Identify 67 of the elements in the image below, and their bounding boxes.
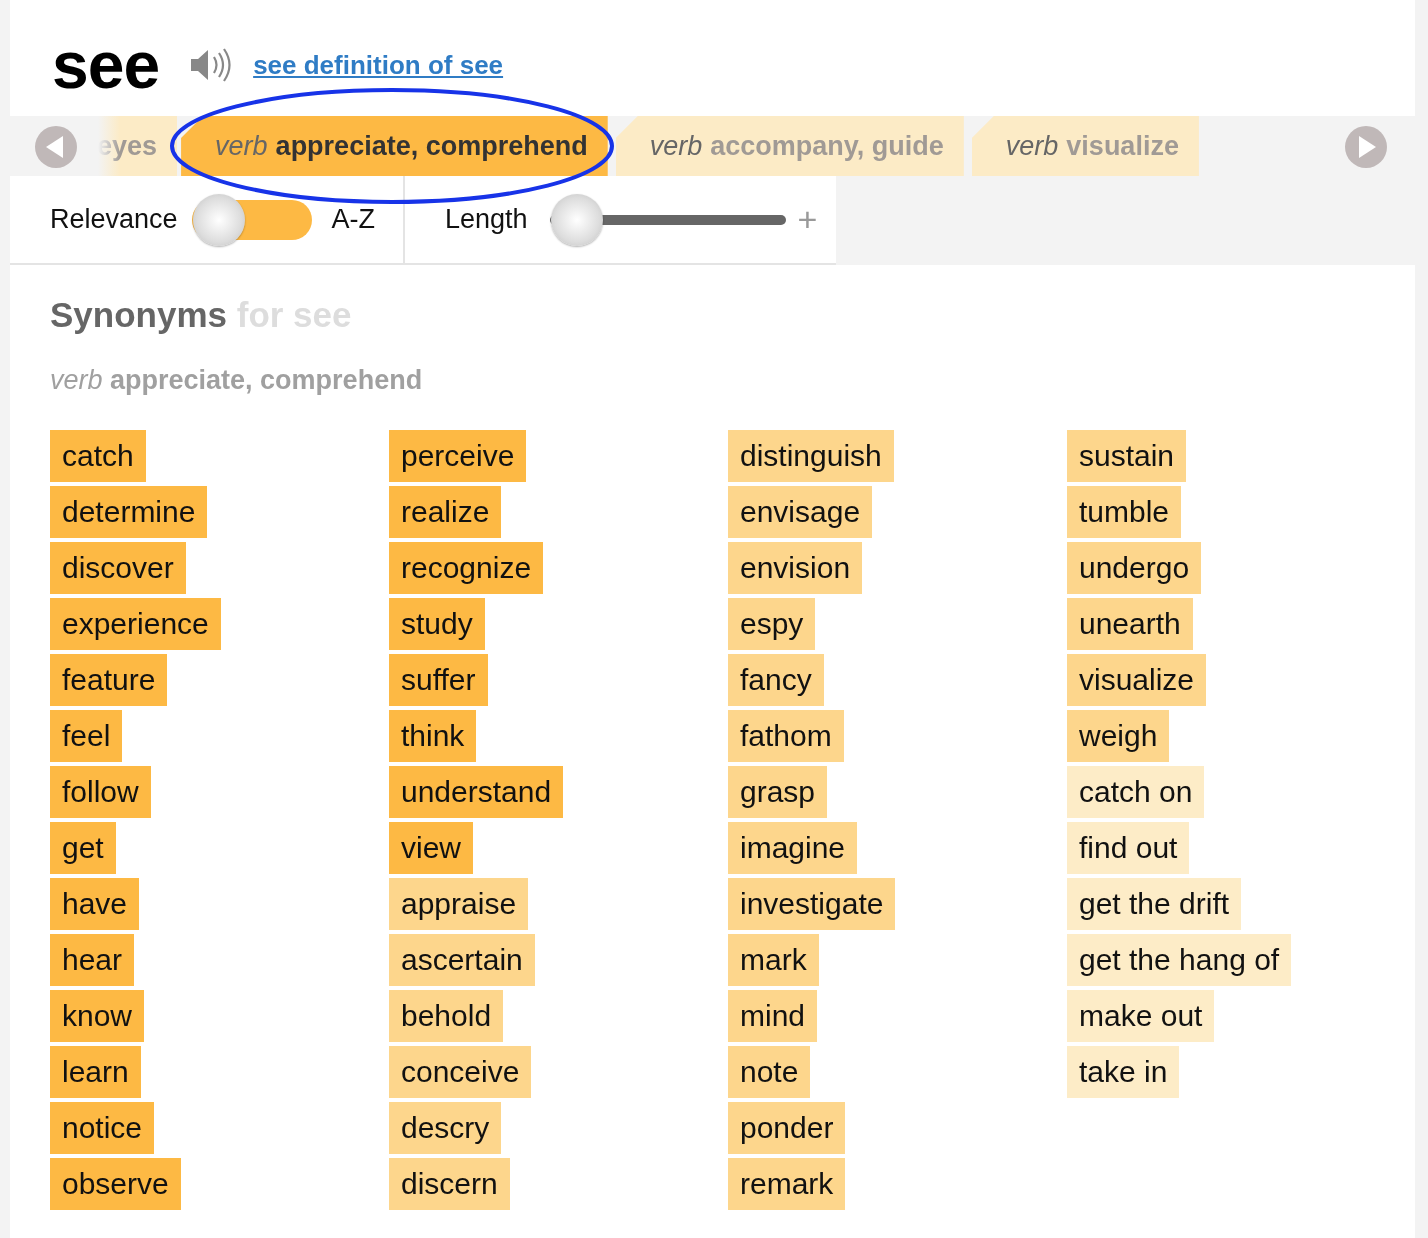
synonym-link[interactable]: catch	[50, 430, 146, 482]
synonym-link[interactable]: note	[728, 1046, 811, 1098]
headword: see	[52, 27, 160, 103]
synonym-link[interactable]: sustain	[1067, 430, 1187, 482]
section-title: Synonyms	[50, 295, 227, 334]
synonym-link[interactable]: envision	[728, 542, 863, 594]
synonym-link[interactable]: get the drift	[1067, 878, 1242, 930]
synonym-link[interactable]: descry	[389, 1102, 502, 1154]
synonym-link[interactable]: grasp	[728, 766, 828, 818]
sort-label: A-Z	[331, 204, 376, 235]
synonym-link[interactable]: catch on	[1067, 766, 1205, 818]
synonym-link[interactable]: get the hang of	[1067, 934, 1292, 986]
synonym-link[interactable]: tumble	[1067, 486, 1182, 538]
synonym-link[interactable]: realize	[389, 486, 502, 538]
synonym-link[interactable]: ascertain	[389, 934, 535, 986]
length-label: Length	[445, 204, 528, 235]
synonym-link[interactable]: experience	[50, 598, 221, 650]
synonym-link[interactable]: take in	[1067, 1046, 1180, 1098]
synonym-link[interactable]: get	[50, 822, 116, 874]
synonym-link[interactable]: perceive	[389, 430, 527, 482]
synonym-link[interactable]: remark	[728, 1158, 846, 1210]
synonym-link[interactable]: recognize	[389, 542, 544, 594]
synonym-link[interactable]: think	[389, 710, 477, 762]
sense-label: verb appreciate, comprehend	[50, 365, 424, 396]
synonym-link[interactable]: hear	[50, 934, 135, 986]
synonym-link[interactable]: notice	[50, 1102, 155, 1154]
synonym-link[interactable]: espy	[728, 598, 816, 650]
synonym-link[interactable]: have	[50, 878, 140, 930]
synonym-link[interactable]: study	[389, 598, 485, 650]
sense-tab[interactable]: verb accompany, guide	[615, 116, 964, 176]
synonym-link[interactable]: find out	[1067, 822, 1190, 874]
sense-tab[interactable]: verb visualize	[971, 116, 1199, 176]
synonym-link[interactable]: behold	[389, 990, 504, 1042]
synonym-link[interactable]: investigate	[728, 878, 896, 930]
synonym-link[interactable]: discover	[50, 542, 186, 594]
sort-toggle[interactable]	[191, 192, 312, 247]
synonym-link[interactable]: appraise	[389, 878, 529, 930]
synonym-link[interactable]: determine	[50, 486, 208, 538]
synonym-link[interactable]: view	[389, 822, 473, 874]
synonym-link[interactable]: fathom	[728, 710, 844, 762]
synonym-link[interactable]: fancy	[728, 654, 824, 706]
definition-link[interactable]: see definition of see	[253, 49, 504, 81]
synonym-link[interactable]: understand	[389, 766, 564, 818]
synonym-link[interactable]: discern	[389, 1158, 510, 1210]
synonym-link[interactable]: feel	[50, 710, 123, 762]
synonym-link[interactable]: weigh	[1067, 710, 1170, 762]
slider-thumb[interactable]	[550, 193, 603, 246]
synonym-link[interactable]: know	[50, 990, 145, 1042]
synonym-link[interactable]: conceive	[389, 1046, 532, 1098]
synonym-link[interactable]: mark	[728, 934, 819, 986]
synonym-link[interactable]: feature	[50, 654, 168, 706]
synonym-link[interactable]: suffer	[389, 654, 488, 706]
synonym-link[interactable]: observe	[50, 1158, 181, 1210]
synonym-link[interactable]: undergo	[1067, 542, 1202, 594]
synonym-link[interactable]: follow	[50, 766, 151, 818]
synonym-link[interactable]: visualize	[1067, 654, 1207, 706]
synonym-link[interactable]: imagine	[728, 822, 858, 874]
synonym-link[interactable]: make out	[1067, 990, 1215, 1042]
synonym-link[interactable]: learn	[50, 1046, 141, 1098]
synonym-link[interactable]: mind	[728, 990, 818, 1042]
length-slider[interactable]	[549, 192, 786, 247]
synonym-link[interactable]: envisage	[728, 486, 873, 538]
synonym-link[interactable]: unearth	[1067, 598, 1193, 650]
synonym-link[interactable]: distinguish	[728, 430, 894, 482]
sense-tab[interactable]: verb appreciate, comprehend	[181, 116, 608, 176]
sort-label: Relevance	[50, 204, 178, 235]
synonym-link[interactable]: ponder	[728, 1102, 846, 1154]
